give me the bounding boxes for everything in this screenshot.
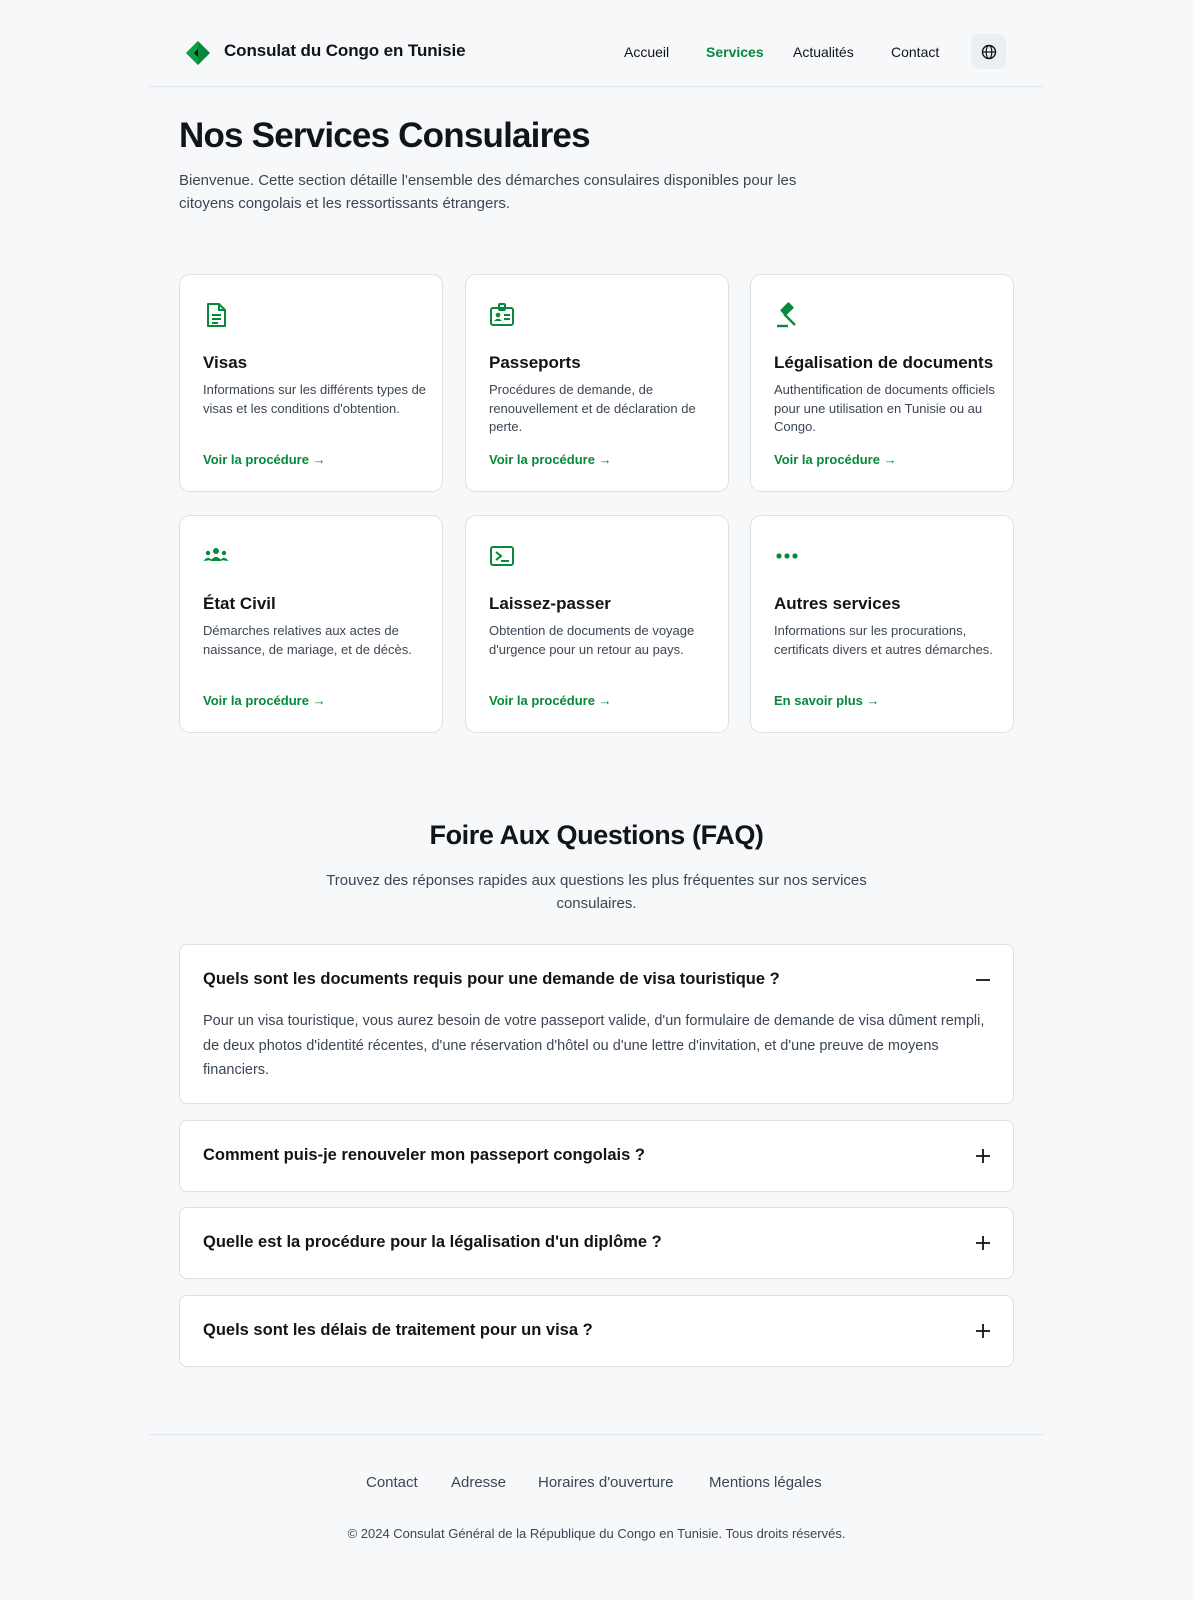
service-description: Obtention de documents de voyage d'urgen… <box>489 623 695 657</box>
service-card-etat-civil[interactable]: État Civil Démarches relatives aux actes… <box>179 515 443 733</box>
faq-title: Foire Aux Questions (FAQ) <box>429 820 764 850</box>
minus-icon[interactable] <box>975 972 991 988</box>
service-title: Autres services <box>774 594 901 613</box>
service-link[interactable]: En savoir plus → <box>774 693 879 708</box>
faq-item[interactable]: Comment puis-je renouveler mon passeport… <box>179 1120 1014 1192</box>
id-card-icon <box>490 303 514 326</box>
service-title: Passeports <box>489 353 581 372</box>
language-button[interactable] <box>971 34 1006 69</box>
ticket-icon <box>490 546 514 566</box>
footer-link-adresse[interactable]: Adresse <box>451 1474 506 1491</box>
footer-link-horaires[interactable]: Horaires d'ouverture <box>538 1474 673 1491</box>
nav-services[interactable]: Services <box>706 44 764 60</box>
nav-accueil[interactable]: Accueil <box>624 44 669 60</box>
site-header: Consulat du Congo en Tunisie Accueil Ser… <box>149 0 1044 87</box>
faq-question[interactable]: Quelle est la procédure pour la légalisa… <box>203 1233 662 1252</box>
faq-question[interactable]: Comment puis-je renouveler mon passeport… <box>203 1146 645 1165</box>
logo-icon[interactable] <box>185 40 211 66</box>
footer-divider <box>149 1434 1044 1435</box>
document-icon <box>207 303 226 327</box>
faq-item[interactable]: Quels sont les documents requis pour une… <box>179 944 1014 1104</box>
brand-name[interactable]: Consulat du Congo en Tunisie <box>224 41 466 61</box>
faq-question[interactable]: Quels sont les documents requis pour une… <box>203 970 780 989</box>
plus-icon[interactable] <box>975 1148 991 1164</box>
plus-icon[interactable] <box>975 1323 991 1339</box>
service-link[interactable]: Voir la procédure → <box>489 693 612 708</box>
service-title: Légalisation de documents <box>774 353 994 372</box>
service-link[interactable]: Voir la procédure → <box>774 452 897 467</box>
service-link[interactable]: Voir la procédure → <box>203 452 326 467</box>
nav-contact[interactable]: Contact <box>891 44 939 60</box>
faq-answer: Pour un visa touristique, vous aurez bes… <box>203 1013 985 1078</box>
service-card-legalisation[interactable]: Légalisation de documents Authentificati… <box>750 274 1014 492</box>
service-description: Procédures de demande, de renouvellement… <box>489 382 696 434</box>
service-description: Informations sur les différents types de… <box>203 382 427 416</box>
globe-icon <box>981 44 996 59</box>
service-title: État Civil <box>203 594 276 613</box>
page-title: Nos Services Consulaires <box>179 116 591 155</box>
faq-subtitle: Trouvez des réponses rapides aux questio… <box>326 872 867 912</box>
footer-link-mentions[interactable]: Mentions légales <box>709 1474 822 1491</box>
service-description: Informations sur les procurations, certi… <box>774 623 993 657</box>
page-intro: Bienvenue. Cette section détaille l'ense… <box>179 172 797 212</box>
faq-item[interactable]: Quelle est la procédure pour la légalisa… <box>179 1207 1014 1279</box>
faq-item[interactable]: Quels sont les délais de traitement pour… <box>179 1295 1014 1367</box>
service-card-visas[interactable]: Visas Informations sur les différents ty… <box>179 274 443 492</box>
gavel-icon <box>777 302 796 328</box>
family-icon <box>203 548 229 561</box>
copyright: © 2024 Consulat Général de la République… <box>347 1526 846 1541</box>
service-title: Visas <box>203 353 248 372</box>
service-title: Laissez-passer <box>489 594 611 613</box>
service-description: Authentification de documents officiels … <box>774 382 995 434</box>
faq-question[interactable]: Quels sont les délais de traitement pour… <box>203 1321 593 1340</box>
service-card-autres[interactable]: Autres services Informations sur les pro… <box>750 515 1014 733</box>
more-horizontal-icon <box>776 553 798 559</box>
service-card-passeports[interactable]: Passeports Procédures de demande, de ren… <box>465 274 729 492</box>
service-link[interactable]: Voir la procédure → <box>203 693 326 708</box>
nav-actualites[interactable]: Actualités <box>793 44 854 60</box>
footer-link-contact[interactable]: Contact <box>366 1474 418 1491</box>
service-card-laissez-passer[interactable]: Laissez-passer Obtention de documents de… <box>465 515 729 733</box>
plus-icon[interactable] <box>975 1235 991 1251</box>
service-link[interactable]: Voir la procédure → <box>489 452 612 467</box>
service-description: Démarches relatives aux actes de naissan… <box>203 623 412 657</box>
